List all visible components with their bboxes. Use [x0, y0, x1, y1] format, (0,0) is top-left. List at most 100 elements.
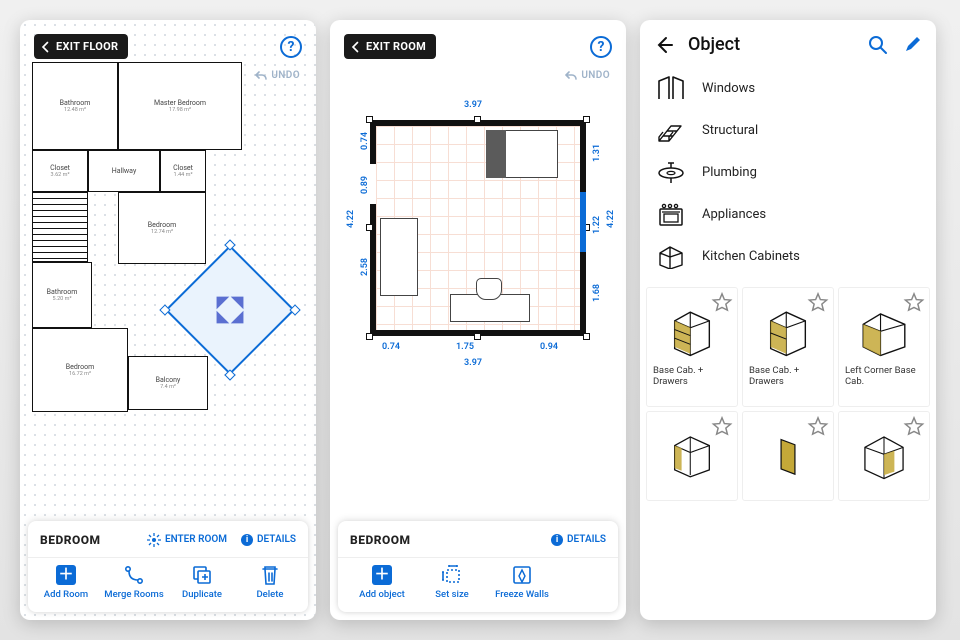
category-plumbing[interactable]: Plumbing	[654, 151, 922, 193]
object-tile[interactable]	[838, 411, 930, 501]
add-room-button[interactable]: ＋ Add Room	[36, 564, 96, 600]
dim-bot-a[interactable]: 0.74	[382, 342, 400, 352]
info-icon: i	[551, 534, 563, 546]
dim-bot-b[interactable]: 1.75	[456, 342, 474, 352]
favorite-icon[interactable]	[711, 416, 733, 438]
room-bathroom-2[interactable]: Bathroom5.20 m²	[32, 262, 92, 328]
dim-left-a[interactable]: 0.74	[360, 132, 370, 150]
dim-left-c[interactable]: 2.58	[360, 258, 370, 276]
furniture-chair[interactable]	[476, 278, 502, 300]
room-plan[interactable]	[370, 120, 586, 336]
set-size-button[interactable]: Set size	[422, 564, 482, 600]
structural-icon	[655, 117, 687, 143]
set-size-icon	[441, 564, 463, 586]
stairs	[32, 192, 88, 262]
floor-editor-screen: EXIT FLOOR ? UNDO Bathroom12.48 m² Maste…	[20, 20, 316, 620]
tile-label: Left Corner Base Cab.	[839, 359, 929, 388]
merge-rooms-button[interactable]: Merge Rooms	[104, 564, 164, 600]
dim-left-b[interactable]: 0.89	[360, 176, 370, 194]
exit-room-button[interactable]: EXIT ROOM	[344, 34, 436, 59]
object-tile[interactable]	[742, 411, 834, 501]
dim-right-outer[interactable]: 4.22	[606, 210, 616, 228]
freeze-walls-button[interactable]: Freeze Walls	[492, 564, 552, 600]
favorite-icon[interactable]	[903, 416, 925, 438]
object-tile[interactable]: Base Cab. + Drawers	[742, 287, 834, 407]
wall-handle[interactable]	[366, 116, 373, 123]
back-arrow-icon[interactable]	[654, 35, 674, 55]
help-button[interactable]: ?	[280, 36, 302, 58]
details-button[interactable]: i DETAILS	[241, 534, 296, 546]
favorite-icon[interactable]	[807, 416, 829, 438]
info-icon: i	[241, 534, 253, 546]
plumbing-icon	[655, 159, 687, 185]
sheet-title: BEDROOM	[350, 533, 411, 547]
room-sheet: BEDROOM i DETAILS ＋ Add object Set size …	[338, 521, 618, 612]
add-object-button[interactable]: ＋ Add object	[352, 564, 412, 600]
search-icon[interactable]	[868, 35, 888, 55]
favorite-icon[interactable]	[903, 292, 925, 314]
door-marker[interactable]	[370, 162, 376, 206]
wall-handle[interactable]	[366, 224, 373, 231]
room-balcony[interactable]: Balcony7.4 m²	[128, 356, 208, 410]
cabinet-drawers-icon	[666, 307, 718, 359]
details-button[interactable]: i DETAILS	[551, 534, 606, 546]
category-windows[interactable]: Windows	[654, 67, 922, 109]
wall-handle[interactable]	[583, 116, 590, 123]
undo-icon	[565, 71, 577, 81]
wall-handle[interactable]	[474, 333, 481, 340]
room-closet-1[interactable]: Closet3.62 m²	[32, 150, 88, 192]
exit-floor-button[interactable]: EXIT FLOOR	[34, 34, 128, 59]
chevron-left-icon	[350, 41, 362, 53]
merge-icon	[123, 564, 145, 586]
room-closet-2[interactable]: Closet1.44 m²	[160, 150, 206, 192]
edit-icon[interactable]	[904, 35, 922, 53]
page-title: Object	[688, 34, 740, 55]
freeze-icon	[511, 564, 533, 586]
room-sheet: BEDROOM ENTER ROOM i DETAILS ＋ Add Room …	[28, 521, 308, 612]
favorite-icon[interactable]	[807, 292, 829, 314]
wall-handle[interactable]	[583, 333, 590, 340]
undo-button[interactable]: UNDO	[565, 70, 610, 81]
category-kitchen-cabinets[interactable]: Kitchen Cabinets	[654, 235, 922, 277]
furniture-sofa[interactable]	[380, 218, 418, 296]
dim-bot-outer[interactable]: 3.97	[464, 358, 482, 368]
trash-icon	[260, 564, 280, 586]
object-picker-screen: Object Windows Structural Plumbing Appli…	[640, 20, 936, 620]
exit-room-label: EXIT ROOM	[366, 40, 426, 53]
enter-room-button[interactable]: ENTER ROOM	[147, 533, 227, 547]
room-bedroom-2[interactable]: Bedroom16.72 m²	[32, 328, 128, 412]
appliances-icon	[656, 201, 686, 227]
cabinet-drawers-icon	[762, 307, 814, 359]
corner-cabinet-icon	[858, 307, 910, 359]
dim-top[interactable]: 3.97	[464, 100, 482, 110]
category-structural[interactable]: Structural	[654, 109, 922, 151]
window-marker[interactable]	[580, 192, 586, 252]
dim-left-outer[interactable]: 4.22	[346, 210, 356, 228]
room-bathroom-1[interactable]: Bathroom12.48 m²	[32, 62, 118, 150]
dim-right-a[interactable]: 1.31	[592, 144, 602, 162]
dim-right-b[interactable]: 1.22	[592, 216, 602, 234]
plus-icon: ＋	[372, 565, 392, 585]
enter-room-icon	[147, 533, 161, 547]
favorite-icon[interactable]	[711, 292, 733, 314]
tile-label: Base Cab. + Drawers	[743, 359, 833, 388]
room-bedroom-1[interactable]: Bedroom12.74 m²	[118, 192, 206, 264]
room-master-bedroom[interactable]: Master Bedroom17.98 m²	[118, 62, 242, 150]
help-button[interactable]: ?	[590, 36, 612, 58]
chevron-left-icon	[40, 41, 52, 53]
wall-handle[interactable]	[366, 333, 373, 340]
object-tile[interactable]: Left Corner Base Cab.	[838, 287, 930, 407]
plus-icon: ＋	[56, 565, 76, 585]
wall-handle[interactable]	[474, 116, 481, 123]
dim-right-c[interactable]: 1.68	[592, 284, 602, 302]
undo-button[interactable]: UNDO	[255, 70, 300, 81]
sheet-title: BEDROOM	[40, 533, 101, 547]
object-tile[interactable]: Base Cab. + Drawers	[646, 287, 738, 407]
delete-button[interactable]: Delete	[240, 564, 300, 600]
duplicate-button[interactable]: Duplicate	[172, 564, 232, 600]
room-hallway[interactable]: Hallway	[88, 150, 160, 192]
object-tile[interactable]	[646, 411, 738, 501]
category-appliances[interactable]: Appliances	[654, 193, 922, 235]
furniture-headboard	[486, 130, 506, 178]
dim-bot-c[interactable]: 0.94	[540, 342, 558, 352]
